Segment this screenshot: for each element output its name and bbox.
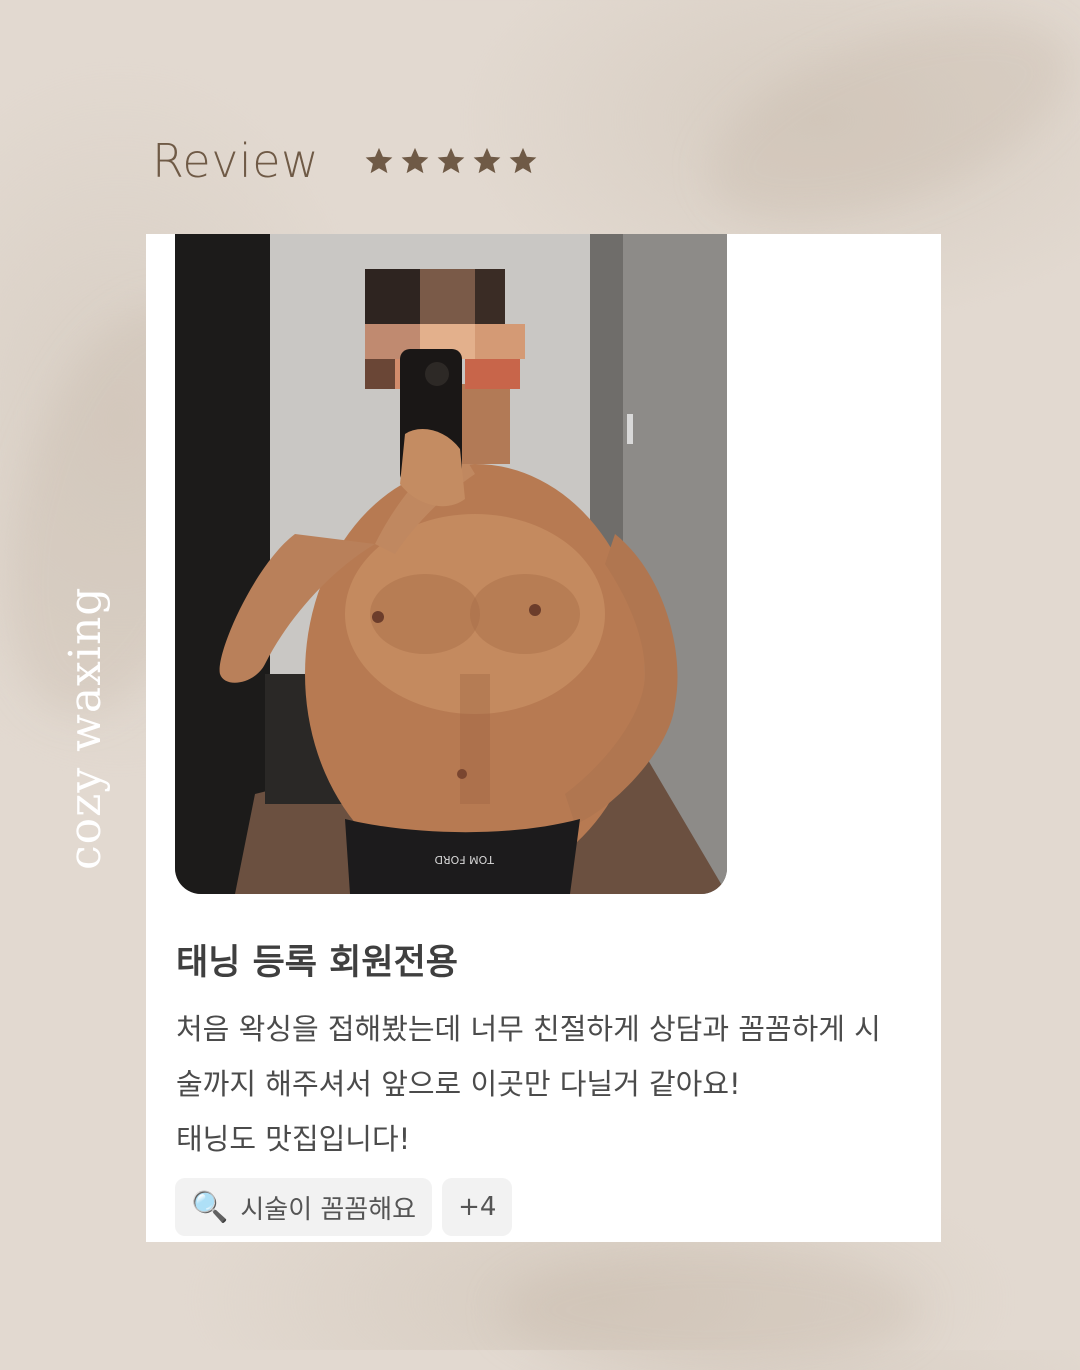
review-title: 태닝 등록 회원전용 [176,943,458,983]
review-body-line: 태닝도 맛집입니다! [176,1122,411,1156]
star-icon [401,147,429,174]
magnifier-icon: 🔍 [191,1189,229,1225]
star-icon [473,147,501,174]
star-icon [437,147,465,174]
waistband-text: TOM FORD [435,853,495,866]
leaf-shadow [500,1250,920,1370]
star-icon [509,147,537,174]
more-tags-label: +4 [458,1192,497,1222]
brand-vertical-text: cozy waxing [60,586,111,870]
review-photo[interactable]: TOM FORD [175,234,727,894]
review-body: 처음 왁싱을 접해봤는데 너무 친절하게 상담과 꼼꼼하게 시 술까지 해주셔서… [176,1002,946,1167]
review-tag-label: 시술이 꼼꼼해요 [240,1194,417,1225]
star-rating [364,146,538,176]
star-icon [365,147,393,174]
review-body-line: 술까지 해주셔서 앞으로 이곳만 다닐거 같아요! [176,1067,741,1101]
selfie-illustration: TOM FORD [175,234,727,894]
review-card: TOM FORD 태닝 등록 회원전용 처음 왁싱을 접해봤는데 너무 친절하게… [146,234,941,1242]
page-title: Review [152,134,320,188]
leaf-shadow [684,0,1080,261]
review-tag[interactable]: 🔍 시술이 꼼꼼해요 [175,1178,433,1236]
more-tags-button[interactable]: +4 [442,1178,513,1236]
review-tags: 🔍 시술이 꼼꼼해요 +4 [175,1178,513,1236]
review-body-line: 처음 왁싱을 접해봤는데 너무 친절하게 상담과 꼼꼼하게 시 [176,1012,881,1046]
